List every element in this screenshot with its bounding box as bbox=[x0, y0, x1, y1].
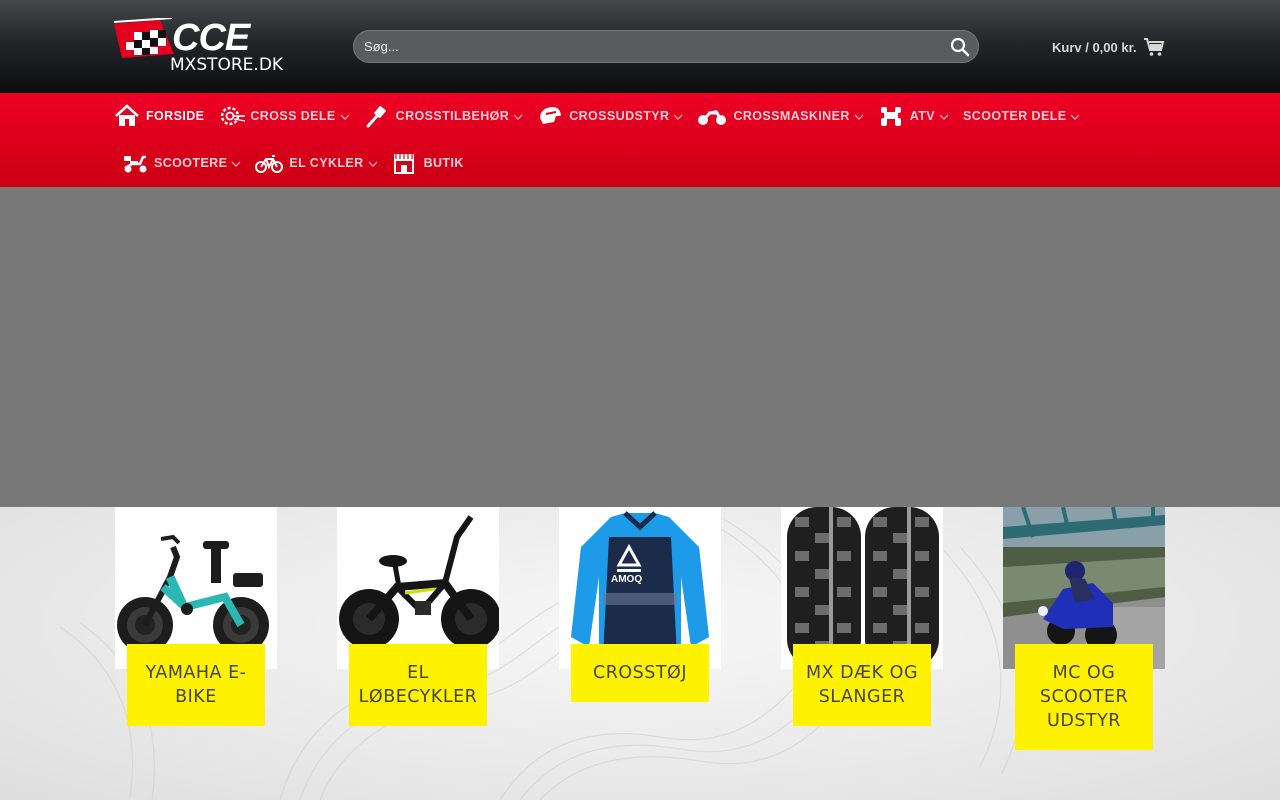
nav-label: Butik bbox=[423, 156, 464, 170]
chevron-down-icon bbox=[368, 158, 378, 168]
nav-item-atv[interactable]: ATV bbox=[878, 104, 949, 128]
nav-item-butik[interactable]: Butik bbox=[392, 151, 464, 175]
cart-link[interactable]: Kurv / 0,00 kr. bbox=[1052, 35, 1165, 59]
search-input[interactable] bbox=[364, 31, 944, 62]
chevron-down-icon bbox=[513, 111, 523, 121]
nav-label: Crossudstyr bbox=[569, 109, 670, 123]
logo-subtitle: MXSTORE.DK bbox=[170, 55, 284, 74]
nav-item-scooter-dele[interactable]: Scooter dele bbox=[963, 109, 1080, 123]
bicycle-icon bbox=[255, 151, 284, 175]
chevron-down-icon bbox=[673, 111, 683, 121]
category-label: El løbecykler bbox=[349, 644, 487, 726]
chevron-down-icon bbox=[854, 111, 864, 121]
nav-label: ATV bbox=[909, 109, 936, 123]
category-label: MX dæk og slanger bbox=[793, 644, 931, 726]
atv-icon bbox=[878, 104, 904, 128]
chevron-down-icon bbox=[340, 111, 350, 121]
shop-icon bbox=[392, 151, 418, 175]
category-label: Yamaha e-bike bbox=[127, 644, 265, 726]
main-navigation: Forside Cross dele Crosstilbehør Crossud… bbox=[0, 93, 1280, 187]
nav-row-1: Forside Cross dele Crosstilbehør Crossud… bbox=[114, 93, 1094, 139]
search-icon[interactable] bbox=[950, 37, 970, 57]
nav-item-scootere[interactable]: Scootere bbox=[122, 151, 241, 175]
category-label: MC og scooter udstyr bbox=[1015, 644, 1153, 750]
gear-icon bbox=[218, 104, 246, 128]
logo-title: CCE bbox=[172, 18, 252, 59]
scooter-icon bbox=[122, 151, 148, 175]
cart-icon bbox=[1143, 36, 1165, 58]
nav-item-crossmaskiner[interactable]: Crossmaskiner bbox=[697, 104, 864, 128]
nav-label: Forside bbox=[146, 109, 205, 123]
site-header: CCE MXSTORE.DK Kurv / 0,00 kr. bbox=[0, 0, 1280, 93]
nav-row-2: Scootere El cykler Butik bbox=[114, 140, 478, 186]
nav-item-el-cykler[interactable]: El cykler bbox=[255, 151, 378, 175]
motocross-bike-icon bbox=[697, 104, 727, 128]
nav-item-forside[interactable]: Forside bbox=[114, 104, 204, 128]
home-icon bbox=[114, 104, 140, 128]
search-bar bbox=[353, 30, 979, 63]
tools-icon bbox=[364, 104, 390, 128]
hero-banner bbox=[0, 187, 1280, 507]
nav-item-cross-dele[interactable]: Cross dele bbox=[218, 104, 350, 128]
nav-label: Crosstilbehør bbox=[395, 109, 510, 123]
nav-label: Scooter dele bbox=[963, 109, 1067, 123]
category-label: Crosstøj bbox=[571, 644, 709, 702]
chevron-down-icon bbox=[231, 158, 241, 168]
jersey-brand: AMOQ bbox=[611, 574, 642, 585]
nav-label: Scootere bbox=[154, 156, 228, 170]
site-logo[interactable]: CCE MXSTORE.DK bbox=[113, 17, 324, 75]
nav-label: El cykler bbox=[289, 156, 364, 170]
nav-item-crossudstyr[interactable]: Crossudstyr bbox=[537, 104, 683, 128]
chevron-down-icon bbox=[1070, 111, 1080, 121]
chevron-down-icon bbox=[939, 111, 949, 121]
nav-label: Crossmaskiner bbox=[733, 109, 850, 123]
cart-label: Kurv / 0,00 kr. bbox=[1052, 39, 1137, 55]
helmet-icon bbox=[537, 104, 563, 128]
nav-label: Cross dele bbox=[250, 109, 336, 123]
nav-item-crosstilbehor[interactable]: Crosstilbehør bbox=[364, 104, 524, 128]
